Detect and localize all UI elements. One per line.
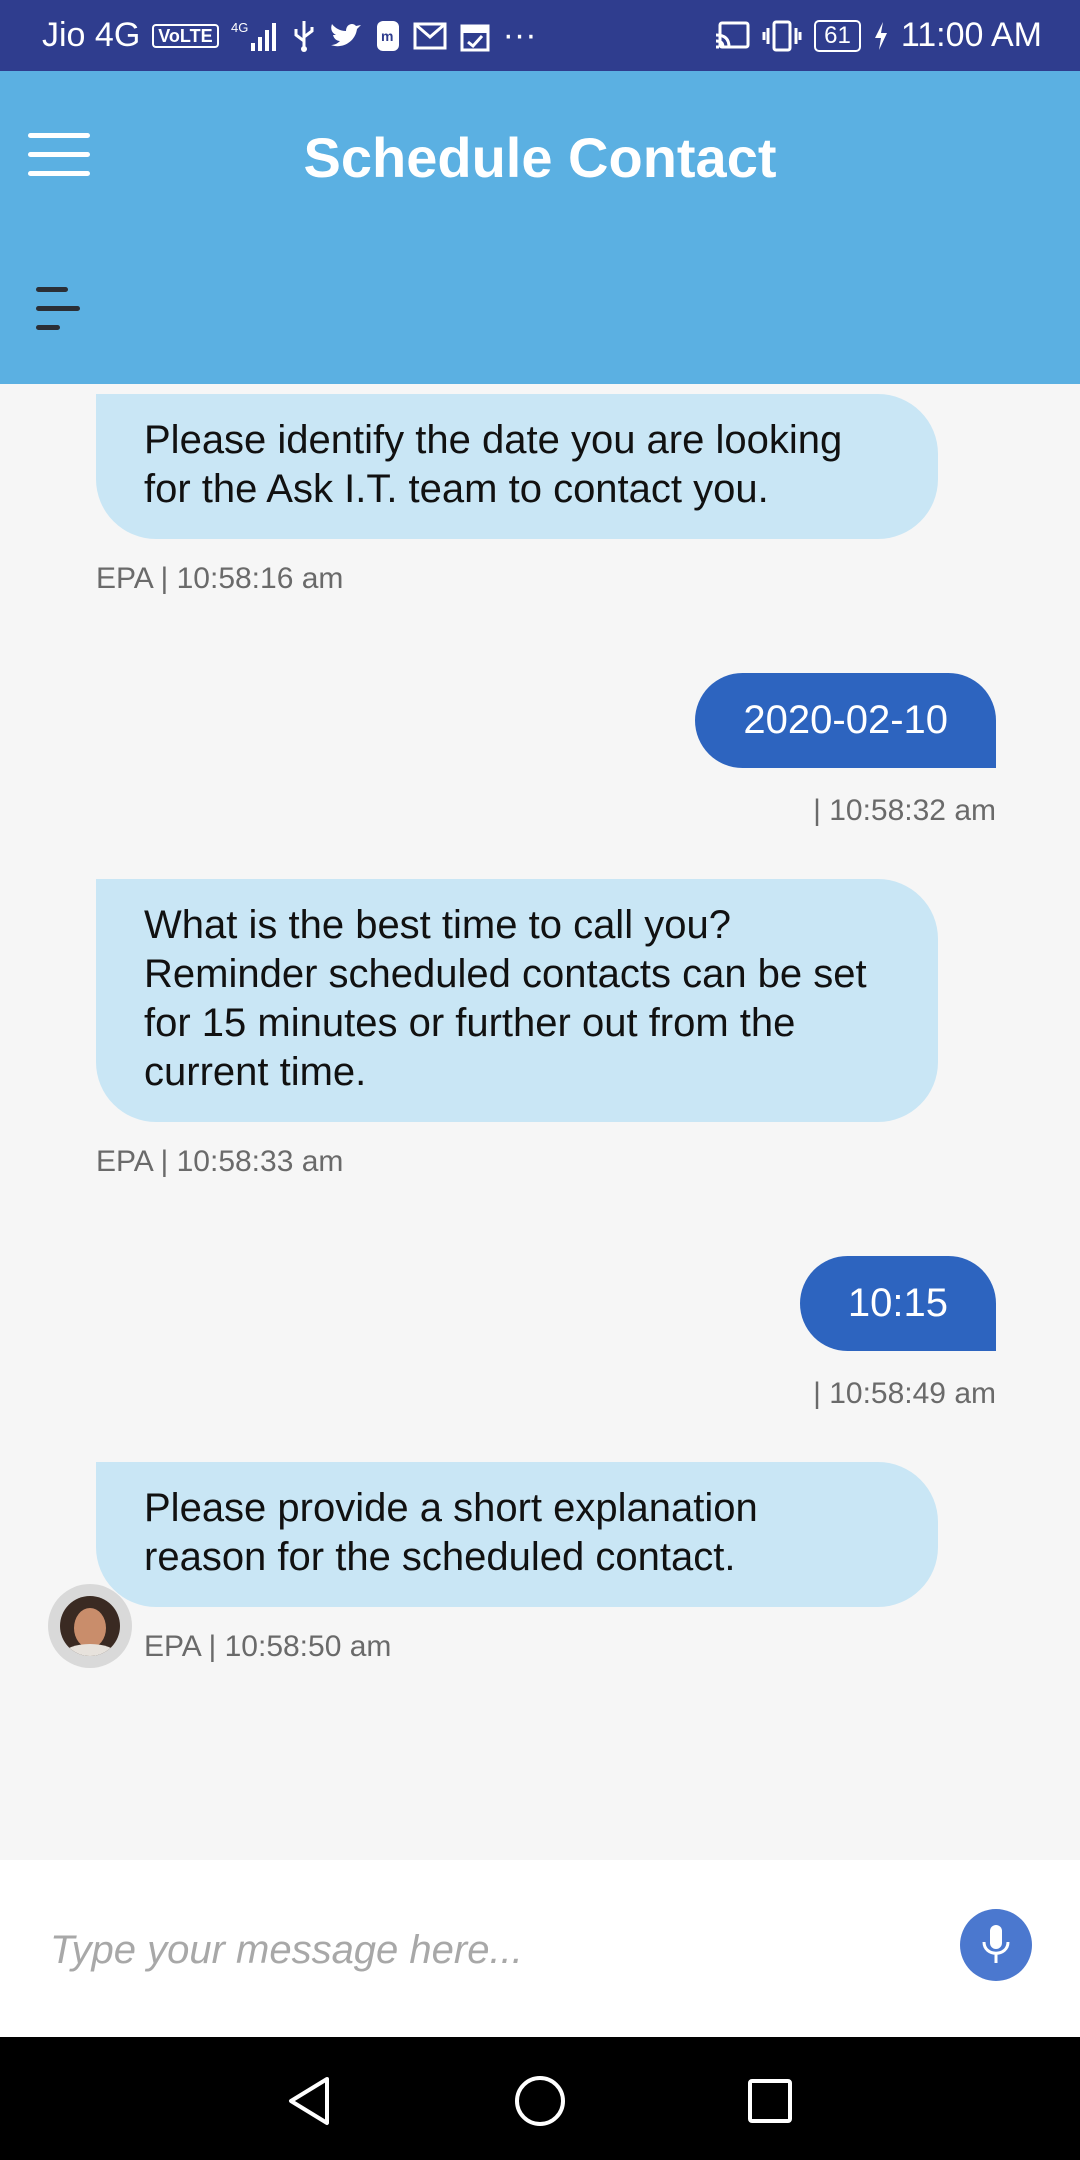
message-meta: | 10:58:32 am xyxy=(813,794,996,827)
clock: 11:00 AM xyxy=(900,16,1042,54)
status-left: Jio 4G VoLTE 4G m ··· xyxy=(42,16,537,55)
signal-icon: 4G xyxy=(231,19,279,53)
message-meta: EPA | 10:58:33 am xyxy=(96,1145,344,1178)
message-meta: | 10:58:49 am xyxy=(813,1377,996,1410)
microphone-icon[interactable] xyxy=(960,1909,1032,1981)
chat-conversation[interactable]: Please identify the date you are looking… xyxy=(0,384,1080,1860)
system-nav-bar xyxy=(0,2037,1080,2160)
usb-icon xyxy=(291,19,317,53)
status-right: 61 11:00 AM xyxy=(714,16,1042,55)
battery-indicator: 61 xyxy=(814,19,861,52)
recents-square-icon[interactable] xyxy=(742,2073,798,2129)
message-meta: EPA | 10:58:16 am xyxy=(96,562,344,595)
message-meta: EPA | 10:58:50 am xyxy=(144,1630,392,1663)
app-header: Schedule Contact xyxy=(0,71,1080,384)
back-triangle-icon[interactable] xyxy=(282,2073,338,2129)
carrier-label: Jio 4G xyxy=(42,16,141,54)
page-title: Schedule Contact xyxy=(303,126,777,189)
svg-text:m: m xyxy=(381,28,393,44)
volte-badge: VoLTE xyxy=(152,23,219,48)
status-bar: Jio 4G VoLTE 4G m ··· 61 11:00 AM xyxy=(0,0,1080,71)
mail-icon xyxy=(413,22,447,50)
user-message: 10:15 xyxy=(799,1256,996,1351)
app-icon: m xyxy=(375,19,401,53)
message-composer xyxy=(0,1860,1080,2037)
cast-icon xyxy=(714,21,750,51)
vibrate-icon xyxy=(762,20,802,52)
home-circle-icon[interactable] xyxy=(512,2073,568,2129)
drawer-toggle-icon[interactable] xyxy=(36,287,84,337)
message-input[interactable] xyxy=(48,1914,912,1986)
user-message: 2020-02-10 xyxy=(695,673,996,768)
bot-message: Please provide a short explanation reaso… xyxy=(96,1462,938,1607)
bot-message: Please identify the date you are looking… xyxy=(96,394,938,539)
avatar xyxy=(48,1584,132,1668)
bot-message: What is the best time to call you? Remin… xyxy=(96,879,938,1122)
twitter-icon xyxy=(329,21,363,51)
charging-icon xyxy=(873,21,889,51)
calendar-icon xyxy=(459,20,491,52)
more-notifications-icon: ··· xyxy=(502,16,537,54)
avatar-photo xyxy=(60,1596,120,1656)
svg-text:4G: 4G xyxy=(231,20,248,35)
